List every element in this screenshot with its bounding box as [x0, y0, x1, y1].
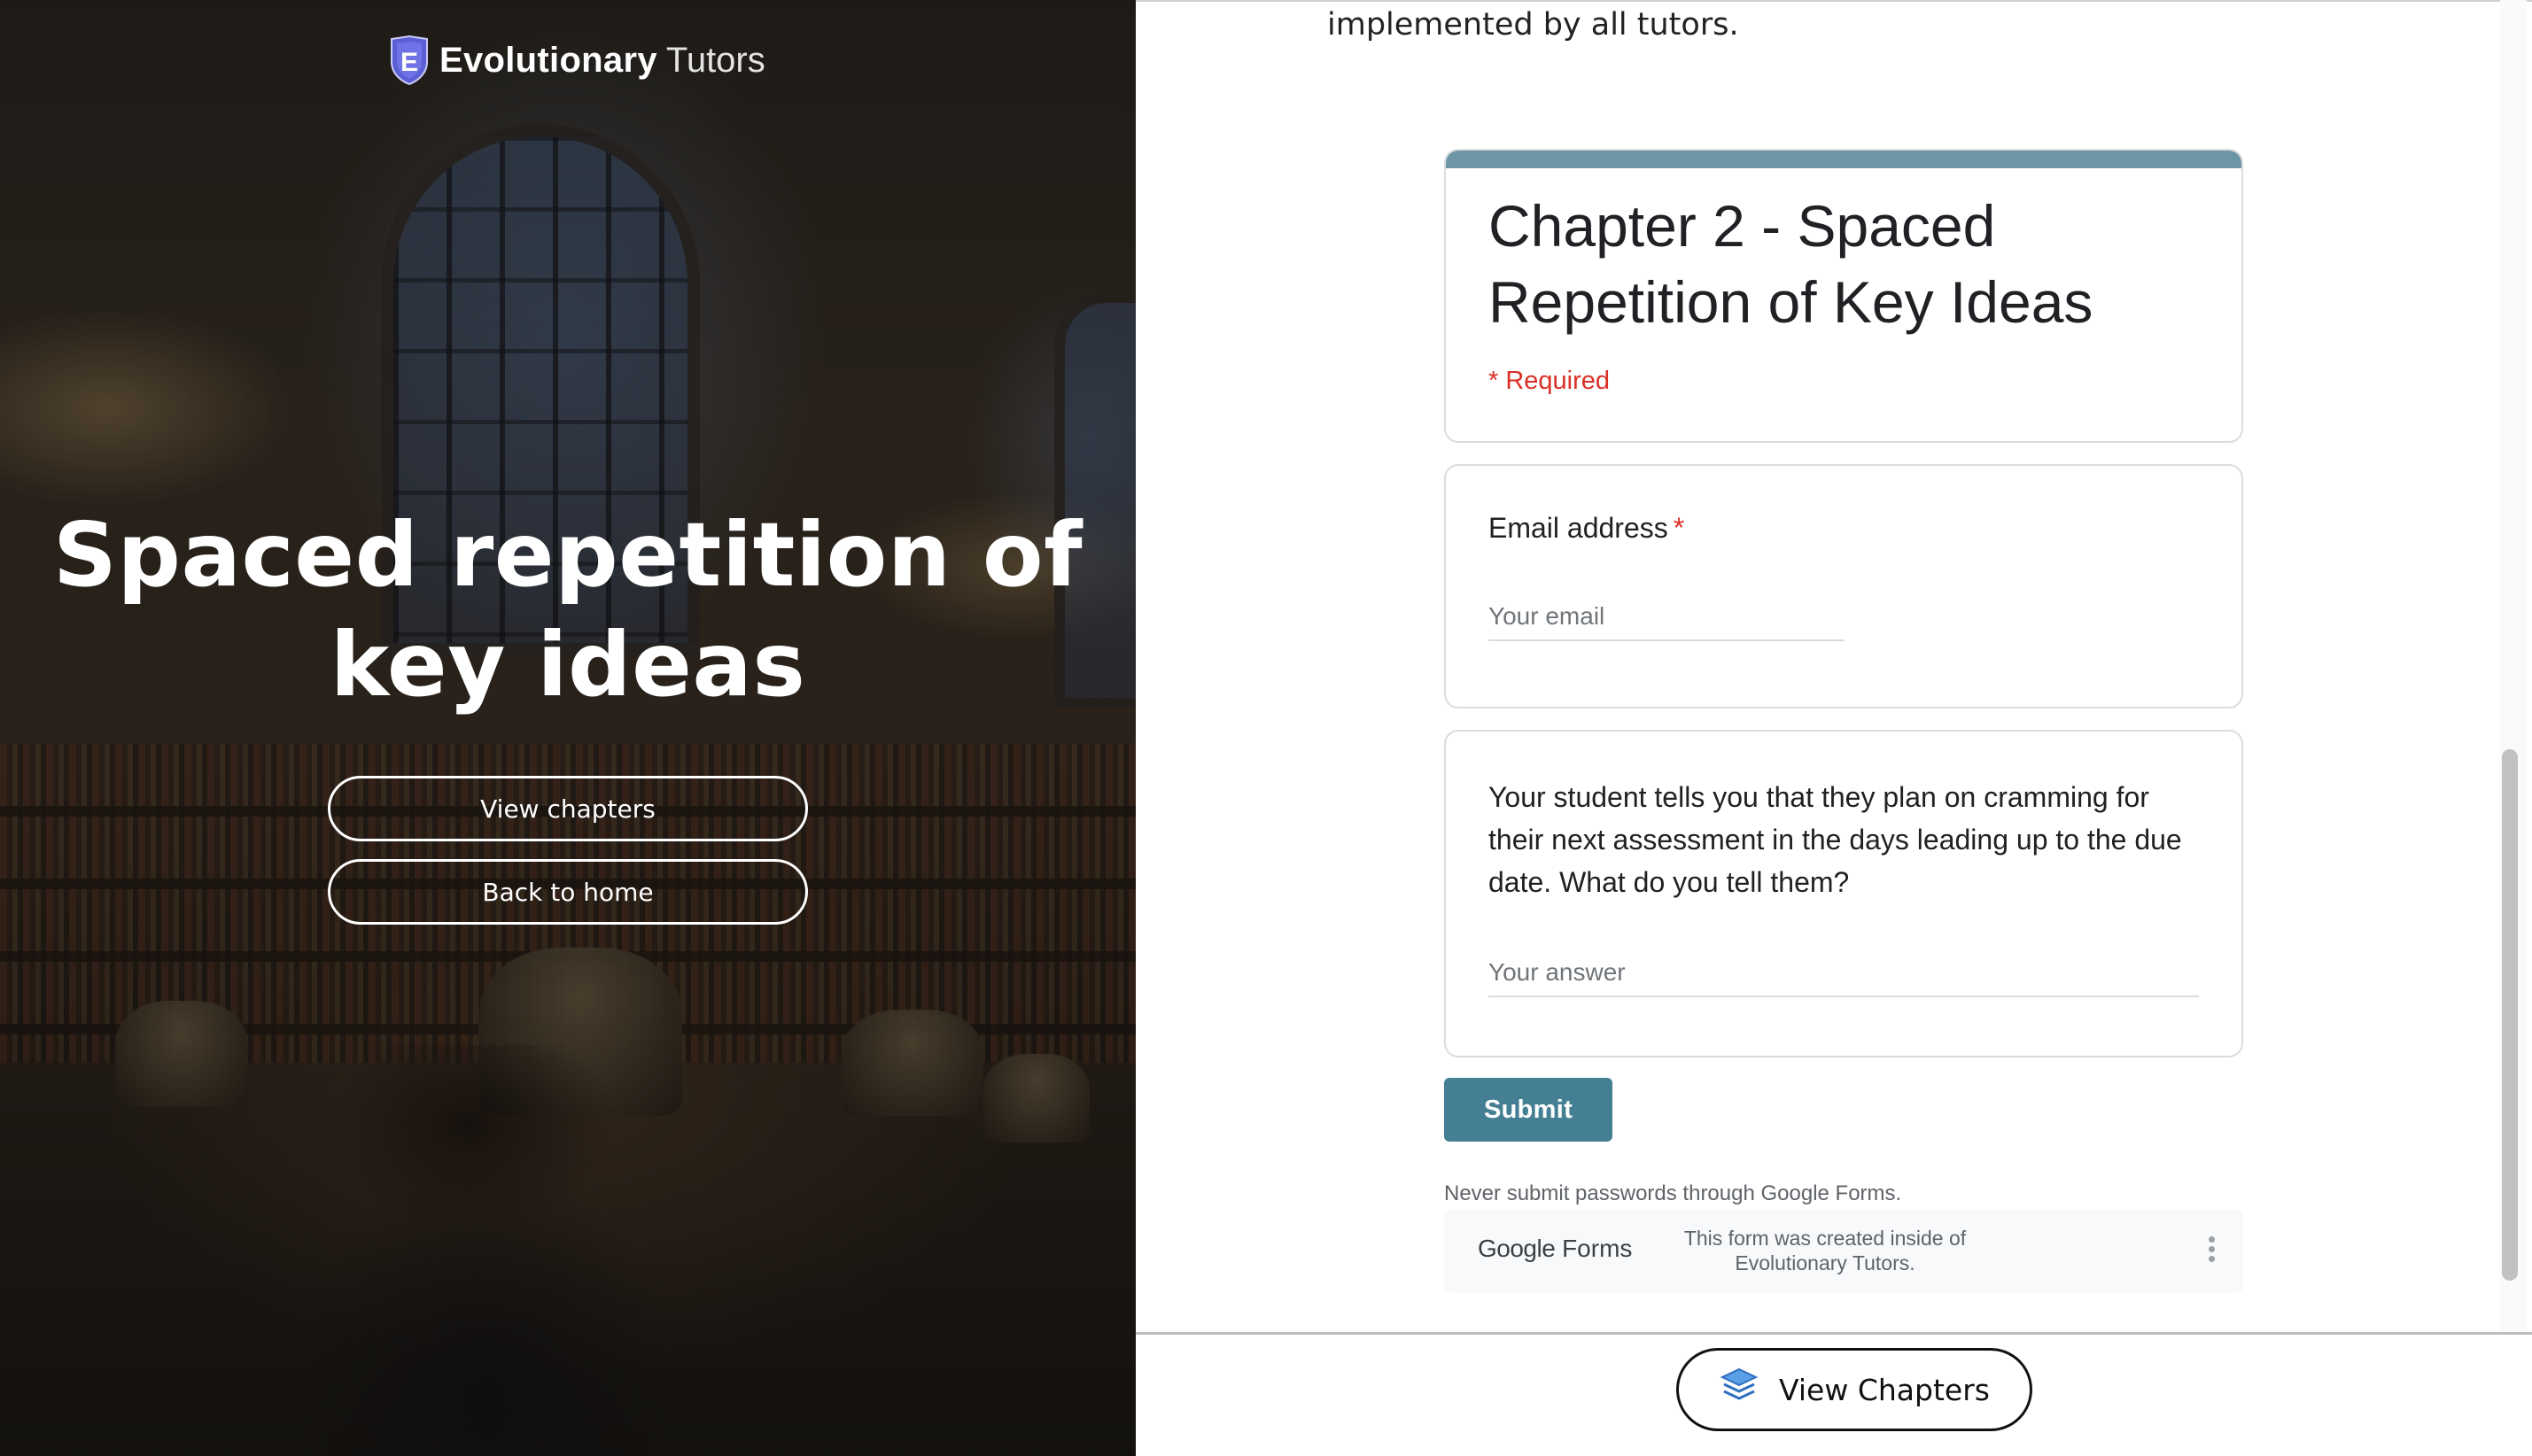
content-panel: implemented by all tutors. Chapter 2 - S… [1136, 0, 2532, 1456]
google-forms-logo[interactable]: Google Forms [1478, 1235, 1632, 1263]
form-created-line2: Evolutionary Tutors. [1735, 1251, 1915, 1274]
view-chapters-floating-button[interactable]: View Chapters [1676, 1348, 2032, 1431]
required-star: * [1673, 512, 1685, 544]
form-accent-bar [1446, 151, 2241, 168]
email-question-card: Email address * [1444, 464, 2243, 709]
view-chapters-label: View Chapters [1779, 1372, 1990, 1407]
question-text: Your student tells you that they plan on… [1488, 781, 2182, 898]
svg-text:E: E [400, 48, 418, 77]
form-header-card: Chapter 2 - Spaced Repetition of Key Ide… [1444, 149, 2243, 443]
hero-overlay [0, 0, 1136, 1456]
email-field[interactable] [1488, 602, 1845, 641]
layers-stack-icon [1719, 1366, 1759, 1413]
view-chapters-button[interactable]: View chapters [328, 776, 808, 841]
google-forms-logo-google: Google [1478, 1235, 1556, 1262]
email-label-text: Email address [1488, 512, 1668, 544]
hero-panel: E Evolutionary Tutors Spaced repetition o… [0, 0, 1136, 1456]
hero-title: Spaced repetition of key ideas [52, 503, 1083, 716]
google-forms-logo-forms: Forms [1562, 1235, 1633, 1262]
answer-field[interactable] [1488, 958, 2199, 997]
bottom-divider [1136, 1332, 2532, 1335]
required-note: * Required [1488, 367, 1611, 395]
form-created-note: This form was created inside of Evolutio… [1639, 1226, 2011, 1275]
brand-name-light: Tutors [665, 40, 765, 80]
short-answer-question-card: Your student tells you that they plan on… [1444, 730, 2243, 1057]
password-warning: Never submit passwords through Google Fo… [1444, 1181, 1902, 1205]
form-created-line1: This form was created inside of [1683, 1227, 1967, 1250]
form-title: Chapter 2 - Spaced Repetition of Key Ide… [1488, 193, 2093, 335]
brand-name-bold: Evolutionary [439, 40, 657, 80]
back-to-home-button[interactable]: Back to home [328, 859, 808, 925]
google-forms-footer: Google Forms This form was created insid… [1444, 1210, 2243, 1293]
shield-logo-icon: E [390, 35, 429, 86]
more-vert-icon[interactable] [2206, 1236, 2217, 1268]
intro-text-tail: implemented by all tutors. [1327, 7, 1739, 43]
scrollbar-thumb[interactable] [2502, 749, 2518, 1281]
divider [1136, 0, 2532, 2]
brand-logo[interactable]: E Evolutionary Tutors [390, 34, 765, 87]
email-label: Email address * [1488, 512, 1684, 545]
submit-button[interactable]: Submit [1444, 1078, 1612, 1142]
